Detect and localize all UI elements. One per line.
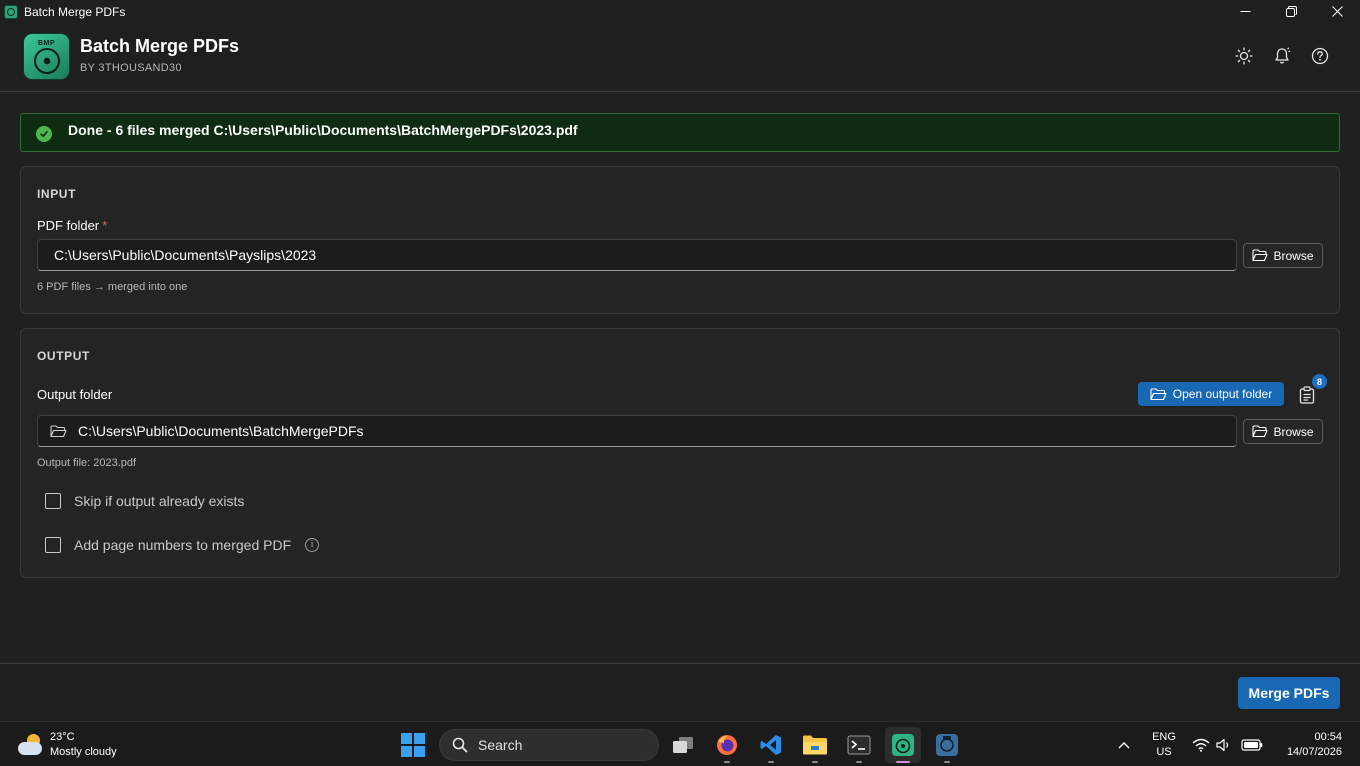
chevron-up-icon[interactable] — [1108, 727, 1140, 763]
search-icon — [452, 737, 468, 753]
input-browse-label: Browse — [1273, 248, 1314, 263]
window-controls — [1222, 0, 1360, 23]
battery-icon[interactable] — [1238, 727, 1266, 763]
explorer-running-dot — [812, 761, 818, 763]
logo-wheel-icon — [33, 47, 60, 74]
batch-app-2-running-dot — [944, 761, 950, 763]
output-file-name: Output file: 2023.pdf — [37, 457, 137, 469]
skip-existing-checkbox[interactable] — [45, 493, 61, 509]
partly-cloudy-icon — [18, 734, 44, 756]
input-browse-button[interactable]: Browse — [1243, 243, 1323, 268]
sun-icon[interactable] — [1234, 46, 1254, 66]
output-section-title: OUTPUT — [37, 349, 90, 363]
clock-time: 00:54 — [1314, 731, 1342, 743]
clipboard-count-badge: 8 — [1312, 374, 1327, 389]
search-label: Search — [478, 737, 523, 753]
clipboard-icon — [1299, 386, 1315, 404]
start-windows-icon[interactable] — [401, 733, 425, 757]
open-output-folder-label: Open output folder — [1172, 387, 1273, 401]
batch-app-2-icon[interactable] — [929, 727, 965, 763]
open-output-folder-button[interactable]: Open output folder — [1138, 382, 1284, 406]
header-actions — [1234, 46, 1330, 66]
weather-temp: 23°C — [50, 731, 75, 743]
volume-icon[interactable] — [1212, 727, 1236, 763]
page-numbers-option[interactable]: Add page numbers to merged PDF i — [45, 537, 320, 553]
info-icon[interactable]: i — [305, 538, 320, 552]
close-button[interactable] — [1314, 0, 1360, 23]
system-clock[interactable]: 00:54 14/07/2026 — [1272, 730, 1342, 760]
lang-top: ENG — [1152, 731, 1176, 743]
output-folder-label: Output folder — [37, 387, 113, 402]
vscode-running-dot — [768, 761, 774, 763]
pdf-folder-value[interactable]: C:\Users\Public\Documents\Payslips\2023 — [54, 247, 316, 263]
terminal-icon[interactable] — [841, 727, 877, 763]
status-banner: Done - 6 files merged C:\Users\Public\Do… — [20, 113, 1340, 152]
restore-button[interactable] — [1268, 0, 1314, 23]
input-section: INPUT PDF folder * C:\Users\Public\Docume… — [20, 166, 1340, 314]
app-byline: BY 3THOUSAND30 — [80, 62, 182, 74]
windows-taskbar: 23°C Mostly cloudy Search ENG US 00:54 1… — [0, 721, 1360, 766]
file-explorer-icon[interactable] — [797, 727, 833, 763]
app-logo: BMP — [24, 34, 69, 79]
folder-open-icon — [1150, 387, 1167, 400]
firefox-icon[interactable] — [709, 727, 745, 763]
taskbar-search[interactable]: Search — [439, 729, 659, 761]
lang-bottom: US — [1156, 746, 1172, 758]
output-folder-input[interactable]: C:\Users\Public\Documents\BatchMergePDFs — [37, 415, 1237, 447]
status-message: Done - 6 files merged C:\Users\Public\Do… — [68, 122, 578, 138]
minimize-button[interactable] — [1222, 0, 1268, 23]
wifi-icon[interactable] — [1188, 727, 1214, 763]
weather-text: 23°C Mostly cloudy — [50, 730, 117, 760]
output-folder-value[interactable]: C:\Users\Public\Documents\BatchMergePDFs — [78, 423, 364, 439]
clipboard-history-button[interactable] — [1297, 385, 1317, 405]
logo-text: BMP — [37, 39, 56, 47]
output-browse-label: Browse — [1273, 424, 1314, 439]
firefox-running-dot — [724, 761, 730, 763]
success-check-icon — [36, 126, 52, 142]
app-header: BMP Batch Merge PDFs BY 3THOUSAND30 — [0, 23, 1360, 92]
skip-existing-option[interactable]: Skip if output already exists — [45, 493, 244, 509]
merge-pdfs-button[interactable]: Merge PDFs — [1238, 677, 1340, 709]
input-language[interactable]: ENG US — [1150, 730, 1178, 760]
input-section-title: INPUT — [37, 187, 76, 201]
app-name: Batch Merge PDFs — [80, 36, 240, 56]
app-small-icon — [4, 4, 18, 19]
task-view-icon[interactable] — [665, 727, 701, 763]
vscode-icon[interactable] — [753, 727, 789, 763]
weather-widget[interactable]: 23°C Mostly cloudy — [18, 730, 117, 760]
batch-merge-active-indicator — [896, 761, 910, 763]
window-title: Batch Merge PDFs — [24, 4, 126, 19]
folder-open-icon — [1252, 425, 1269, 438]
terminal-running-dot — [856, 761, 862, 763]
clock-date: 14/07/2026 — [1286, 746, 1342, 758]
page-numbers-label[interactable]: Add page numbers to merged PDF — [74, 537, 291, 553]
pdf-folder-label-text: PDF folder — [37, 218, 100, 233]
pdf-folder-label: PDF folder * — [37, 218, 107, 233]
weather-desc: Mostly cloudy — [50, 746, 117, 758]
required-marker: * — [102, 218, 108, 233]
skip-existing-label[interactable]: Skip if output already exists — [74, 493, 244, 509]
folder-open-icon — [1252, 249, 1269, 262]
help-icon[interactable] — [1310, 46, 1330, 66]
input-file-count-hint: 6 PDF files → merged into one — [37, 281, 188, 293]
batch-merge-pdfs-taskbar-icon[interactable] — [885, 727, 921, 763]
action-footer: Merge PDFs — [0, 663, 1360, 721]
pdf-folder-input[interactable]: C:\Users\Public\Documents\Payslips\2023 — [37, 239, 1237, 271]
output-section: OUTPUT Output folder Open output folder … — [20, 328, 1340, 578]
folder-icon — [50, 425, 67, 443]
page-numbers-checkbox[interactable] — [45, 537, 61, 553]
bell-icon[interactable] — [1272, 46, 1292, 66]
output-browse-button[interactable]: Browse — [1243, 419, 1323, 444]
window-titlebar: Batch Merge PDFs — [0, 0, 1360, 23]
